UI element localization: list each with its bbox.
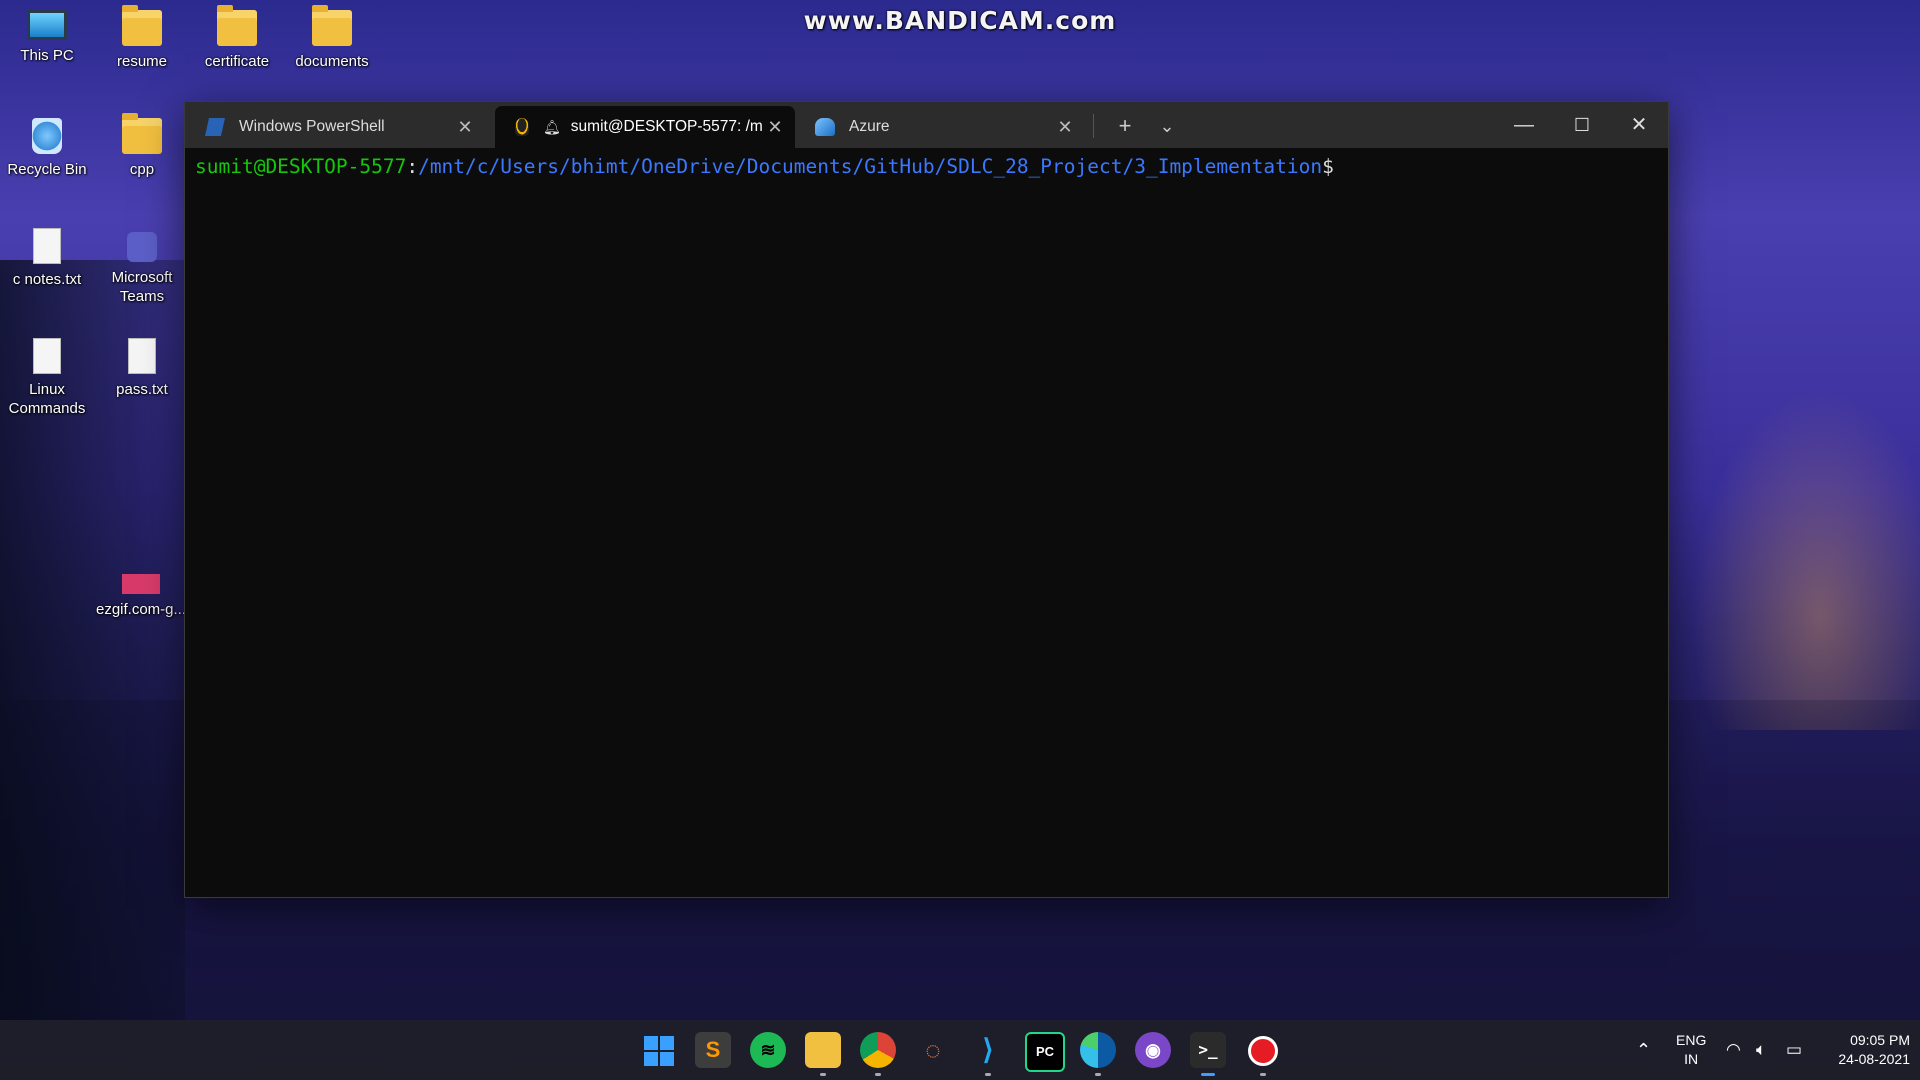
tab-dropdown-button[interactable]: ⌄ <box>1147 108 1187 144</box>
show-hidden-icons-button[interactable]: ⌃ <box>1636 1020 1651 1080</box>
language-code: ENG <box>1676 1032 1707 1048</box>
tab-windows-powershell[interactable]: Windows PowerShell ✕ <box>185 106 485 148</box>
running-indicator <box>1095 1073 1101 1076</box>
gif-file-icon <box>122 574 160 594</box>
desktop-icon-microsoft-teams[interactable]: Microsoft Teams <box>95 232 189 306</box>
bell-icon: 🔔︎ <box>543 118 561 135</box>
desktop-icon-label: c notes.txt <box>12 271 82 288</box>
desktop-icon-resume[interactable]: resume <box>95 5 189 71</box>
text-file-icon <box>33 338 61 374</box>
close-icon: ✕ <box>1630 114 1648 136</box>
tab-title: sumit@DESKTOP-5577: /m <box>570 118 763 135</box>
running-indicator <box>985 1073 991 1076</box>
file-explorer-icon[interactable] <box>805 1032 841 1076</box>
clock-date: 24-08-2021 <box>1838 1051 1910 1067</box>
folder-icon <box>122 113 162 154</box>
desktop-icon-pass[interactable]: pass.txt <box>95 338 189 399</box>
wallpaper-bridge-lights <box>1670 350 1920 730</box>
desktop-icon-recycle-bin[interactable]: Recycle Bin <box>0 118 94 179</box>
tab-linux-shell[interactable]: 🔔︎ sumit@DESKTOP-5577: /m ✕ <box>495 106 795 148</box>
running-indicator <box>875 1073 881 1076</box>
this-pc-icon <box>27 10 67 40</box>
desktop-icon-label: This PC <box>20 47 74 64</box>
edge-icon[interactable] <box>1080 1032 1116 1076</box>
desktop-icon-label: cpp <box>129 161 155 178</box>
taskbar: S ≋ ◌ ⟩ PC ◉ >_ ⌃ ENG IN ◠ 🔈︎ ▭ 09:05 PM… <box>0 1020 1920 1080</box>
prompt-symbol: $ <box>1322 155 1334 178</box>
desktop-icon-documents[interactable]: documents <box>285 5 379 71</box>
teams-icon <box>127 232 157 262</box>
terminal-icon[interactable]: >_ <box>1190 1032 1226 1076</box>
volume-icon[interactable]: 🔈︎ <box>1756 1020 1766 1080</box>
text-file-icon <box>128 338 156 374</box>
minimize-icon: — <box>1514 114 1534 136</box>
desktop-icon-c-notes[interactable]: c notes.txt <box>0 228 94 289</box>
desktop-icon-label: ezgif.com-g... <box>95 601 187 618</box>
powershell-icon <box>205 118 225 136</box>
terminal-tab-bar: Windows PowerShell ✕ 🔔︎ sumit@DESKTOP-55… <box>185 102 1668 148</box>
desktop-icon-label: Microsoft Teams <box>111 269 173 305</box>
vscode-icon[interactable]: ⟩ <box>970 1032 1006 1076</box>
prompt-user-host: sumit@DESKTOP-5577 <box>195 155 407 178</box>
github-desktop-icon[interactable]: ◉ <box>1135 1032 1171 1068</box>
running-indicator <box>820 1073 826 1076</box>
sublime-text-icon[interactable]: S <box>695 1032 731 1068</box>
wifi-icon[interactable]: ◠ <box>1726 1020 1741 1080</box>
recycle-bin-icon <box>32 118 62 154</box>
close-tab-icon[interactable]: ✕ <box>453 117 477 138</box>
spotify-icon[interactable]: ≋ <box>750 1032 786 1068</box>
clock-time: 09:05 PM <box>1850 1032 1910 1048</box>
region-code: IN <box>1684 1051 1699 1067</box>
tab-title: Azure <box>849 118 890 135</box>
jupyter-icon[interactable]: ◌ <box>915 1032 951 1068</box>
desktop-icon-label: documents <box>295 53 369 70</box>
desktop-icon-label: resume <box>116 53 168 70</box>
desktop-icon-this-pc[interactable]: This PC <box>0 10 94 65</box>
tab-title: Windows PowerShell <box>239 118 385 135</box>
azure-cloud-icon <box>815 118 835 136</box>
language-indicator[interactable]: ENG IN <box>1676 1031 1706 1071</box>
running-indicator <box>1201 1073 1215 1076</box>
prompt-path: /mnt/c/Users/bhimt/OneDrive/Documents/Gi… <box>418 155 1323 178</box>
prompt-separator: : <box>406 155 419 178</box>
terminal-prompt-line[interactable]: sumit@DESKTOP-5577:/mnt/c/Users/bhimt/On… <box>195 155 1334 178</box>
maximize-icon: ☐ <box>1573 115 1591 135</box>
desktop-icon-label: certificate <box>204 53 270 70</box>
desktop-icon-label: pass.txt <box>116 381 168 398</box>
desktop-icon-ezgif[interactable]: ezgif.com-g... <box>94 562 188 619</box>
tab-azure[interactable]: Azure ✕ <box>795 106 1085 148</box>
desktop-icon-label: Linux Commands <box>8 381 86 417</box>
linux-tux-icon <box>515 118 529 136</box>
desktop-icon-label: Recycle Bin <box>7 161 87 178</box>
tab-separator <box>1093 114 1094 138</box>
terminal-window[interactable]: Windows PowerShell ✕ 🔔︎ sumit@DESKTOP-55… <box>185 102 1668 897</box>
close-window-button[interactable]: ✕ <box>1610 102 1668 148</box>
text-file-icon <box>33 228 61 264</box>
bandicam-record-icon[interactable] <box>1245 1032 1281 1076</box>
pycharm-icon[interactable]: PC <box>1025 1032 1065 1072</box>
desktop-icon-cpp[interactable]: cpp <box>95 113 189 179</box>
close-tab-icon[interactable]: ✕ <box>763 117 787 138</box>
running-indicator <box>1260 1073 1266 1076</box>
minimize-button[interactable]: — <box>1495 102 1553 148</box>
folder-icon <box>122 5 162 46</box>
clock[interactable]: 09:05 PM 24-08-2021 <box>1820 1031 1910 1071</box>
desktop-icon-certificate[interactable]: certificate <box>190 5 284 71</box>
folder-icon <box>312 5 352 46</box>
desktop-icon-linux-commands[interactable]: Linux Commands <box>0 338 94 418</box>
maximize-button[interactable]: ☐ <box>1553 102 1611 148</box>
folder-icon <box>217 5 257 46</box>
battery-icon[interactable]: ▭ <box>1786 1020 1802 1080</box>
chrome-icon[interactable] <box>860 1032 896 1076</box>
start-icon[interactable] <box>640 1032 676 1068</box>
close-tab-icon[interactable]: ✕ <box>1053 117 1077 138</box>
new-tab-button[interactable]: + <box>1105 108 1145 144</box>
